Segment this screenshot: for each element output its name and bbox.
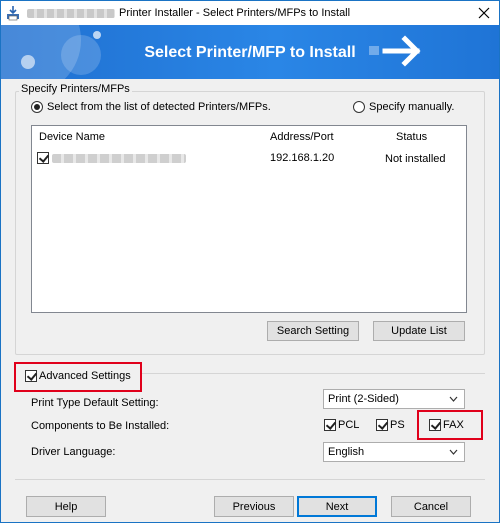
group-label: Specify Printers/MFPs <box>19 83 132 95</box>
chevron-down-icon <box>449 449 458 455</box>
component-ps-checkbox[interactable]: PS <box>376 419 405 431</box>
update-list-label: Update List <box>391 325 447 337</box>
checkbox-indicator[interactable] <box>429 419 441 431</box>
list-header: Device Name Address/Port Status <box>32 131 466 147</box>
print-type-value: Print (2-Sided) <box>328 393 399 405</box>
banner-decoration <box>93 31 101 39</box>
device-status: Not installed <box>385 153 446 165</box>
cancel-button[interactable]: Cancel <box>391 496 471 517</box>
component-ps-label: PS <box>390 419 405 431</box>
device-address: 192.168.1.20 <box>270 152 335 164</box>
title-bar: Printer Installer - Select Printers/MFPs… <box>1 1 499 25</box>
header-banner: Select Printer/MFP to Install <box>1 25 499 79</box>
column-header-status[interactable]: Status <box>396 131 427 143</box>
close-button[interactable] <box>475 4 493 22</box>
advanced-settings-checkbox[interactable]: Advanced Settings <box>25 370 131 382</box>
advanced-separator <box>141 373 485 374</box>
radio-label: Select from the list of detected Printer… <box>47 101 271 113</box>
window-title: Printer Installer - Select Printers/MFPs… <box>119 7 351 19</box>
blurred-device-name <box>52 154 186 163</box>
update-list-button[interactable]: Update List <box>373 321 465 341</box>
driver-language-value: English <box>328 446 365 458</box>
previous-button[interactable]: Previous <box>214 496 294 517</box>
table-row[interactable]: 192.168.1.20 Not installed <box>32 150 466 168</box>
radio-label: Specify manually. <box>369 101 455 113</box>
components-label: Components to Be Installed: <box>31 420 170 432</box>
print-type-select[interactable]: Print (2-Sided) <box>323 389 465 409</box>
driver-language-select[interactable]: English <box>323 442 465 462</box>
checkbox-indicator[interactable] <box>25 370 37 382</box>
driver-language-label: Driver Language: <box>31 446 116 458</box>
component-pcl-checkbox[interactable]: PCL <box>324 419 359 431</box>
chevron-down-icon <box>449 396 458 402</box>
column-header-device-name[interactable]: Device Name <box>39 131 105 143</box>
blurred-title-prefix <box>27 8 115 18</box>
next-label: Next <box>325 500 349 513</box>
radio-indicator[interactable] <box>353 101 365 113</box>
printer-installer-icon <box>5 5 21 21</box>
previous-label: Previous <box>232 500 276 513</box>
search-setting-label: Search Setting <box>276 325 350 337</box>
help-button[interactable]: Help <box>26 496 106 517</box>
help-label: Help <box>54 500 78 513</box>
checkbox-indicator[interactable] <box>376 419 388 431</box>
advanced-settings-label: Advanced Settings <box>39 370 131 382</box>
row-checkbox[interactable] <box>37 152 49 164</box>
search-setting-button[interactable]: Search Setting <box>267 321 359 341</box>
printer-installer-window: Printer Installer - Select Printers/MFPs… <box>0 0 500 523</box>
close-icon <box>478 7 490 19</box>
cancel-label: Cancel <box>413 500 449 513</box>
radio-specify-manually[interactable]: Specify manually. <box>353 101 454 113</box>
component-pcl-label: PCL <box>338 419 360 431</box>
print-type-label: Print Type Default Setting: <box>31 397 159 409</box>
next-button[interactable]: Next <box>297 496 377 517</box>
arrow-right-icon <box>369 35 421 67</box>
component-fax-label: FAX <box>443 419 464 431</box>
device-list[interactable]: Device Name Address/Port Status 192.168.… <box>31 125 467 313</box>
radio-indicator[interactable] <box>31 101 43 113</box>
checkbox-indicator[interactable] <box>324 419 336 431</box>
column-header-address-port[interactable]: Address/Port <box>270 131 334 143</box>
component-fax-checkbox[interactable]: FAX <box>429 419 464 431</box>
radio-select-from-list[interactable]: Select from the list of detected Printer… <box>31 101 271 113</box>
bottom-separator <box>15 479 485 480</box>
